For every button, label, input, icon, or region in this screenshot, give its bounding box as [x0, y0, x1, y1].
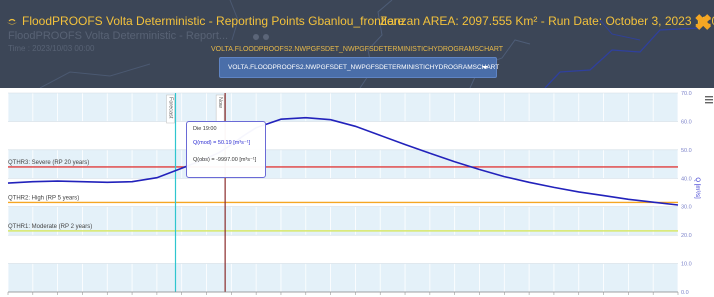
hamburger-menu-icon[interactable] [705, 99, 713, 101]
threshold-label: QTHR3: Severe (RP 20 years) [8, 160, 89, 166]
background-panel-title: FloodPROOFS Volta Deterministic - Report… [8, 30, 229, 42]
tooltip-date: Die 19:00 [193, 126, 217, 132]
plot-band [8, 235, 678, 264]
chart-tooltip: Die 19:00 Q(mod) = 50.19 [m³s⁻¹] Q(obs) … [186, 121, 266, 178]
y-tick-label: 10.0 [681, 262, 692, 268]
chart-header: FloodPROOFS Volta Deterministic - Report… [0, 0, 714, 88]
hydrograph-chart: QTHR3: Severe (RP 20 years) QTHR2: High (… [7, 91, 713, 296]
y-axis-label: Q [m³/s] [694, 177, 700, 199]
tooltip-q-obs: Q(obs) = -9997.00 [m³s⁻¹] [193, 157, 257, 163]
tooltip-q-mod: Q(mod) = 50.19 [m³s⁻¹] [193, 140, 251, 146]
plot-band [8, 121, 678, 150]
y-tick-label: 50.0 [681, 148, 692, 154]
plot-band [8, 93, 678, 122]
marker-label: Now [217, 97, 223, 108]
app-title: FloodPROOFS Volta Deterministic - Report… [22, 14, 405, 28]
y-tick-label: 30.0 [681, 205, 692, 211]
run-info: Zanzan AREA: 2097.555 Km² - Run Date: Oc… [380, 14, 714, 28]
y-tick-label: 20.0 [681, 233, 692, 239]
y-tick-label: 0.0 [681, 290, 689, 296]
threshold-label: QTHR1: Moderate (RP 2 years) [8, 224, 92, 230]
hamburger-menu-icon[interactable] [705, 96, 713, 98]
plot-band [8, 149, 678, 179]
threshold-label: QTHR2: High (RP 5 years) [8, 195, 79, 201]
chart-select[interactable]: VOLTA.FLOODPROOFS2.NWPGFSDET_NWPGFSDETER… [219, 57, 500, 78]
close-icon[interactable]: ✖ [694, 12, 712, 34]
y-tick-label: 60.0 [681, 119, 692, 125]
plot-band [8, 263, 678, 292]
hamburger-menu-icon[interactable] [705, 102, 713, 104]
chart-select-value: VOLTA.FLOODPROOFS2.NWPGFSDET_NWPGFSDETER… [228, 64, 500, 71]
chart-title: VOLTA.FLOODPROOFS2.NWPGFSDET_NWPGFSDETER… [210, 46, 504, 53]
y-tick-label: 40.0 [681, 176, 692, 182]
droplet-icon [7, 18, 17, 25]
y-tick-label: 70.0 [681, 91, 692, 97]
chevron-down-icon [482, 66, 488, 69]
marker-label: Forecast [168, 97, 174, 119]
